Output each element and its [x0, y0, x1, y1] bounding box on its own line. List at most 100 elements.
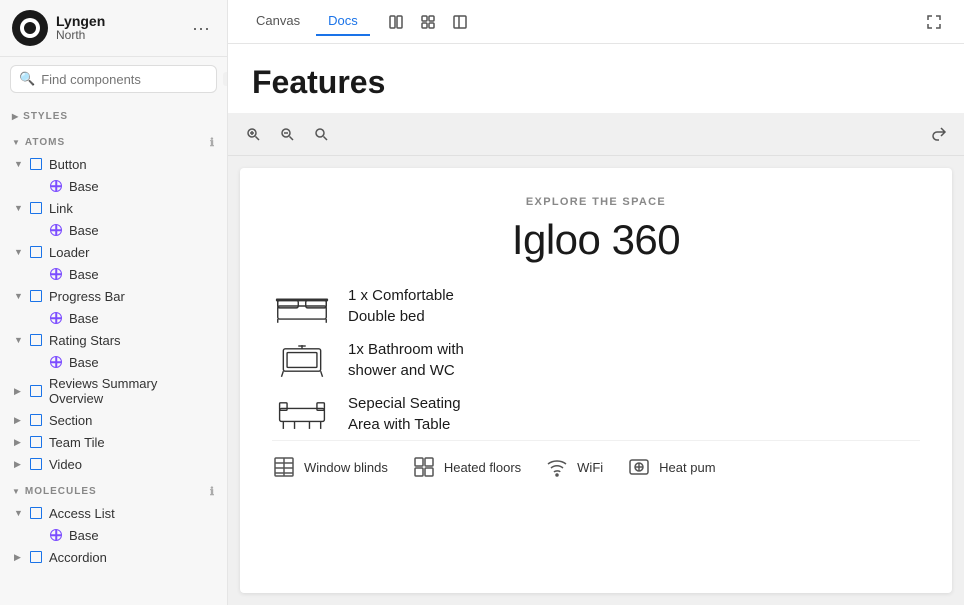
sidebar-item-section[interactable]: ▶ Section: [4, 409, 223, 431]
tab-icons: [382, 8, 474, 36]
sidebar-item-link[interactable]: ▼ Link: [4, 197, 223, 219]
feature-row-bed: 1 x Comfortable Double bed: [272, 284, 920, 328]
explore-label: EXPLORE THE SPACE: [272, 196, 920, 208]
window-blinds-label: Window blinds: [304, 460, 388, 475]
zoom-in-button[interactable]: [240, 121, 266, 147]
canvas-toolbar: [228, 113, 964, 156]
product-title: Igloo 360: [272, 216, 920, 264]
canvas-content: EXPLORE THE SPACE Igloo 360: [240, 168, 952, 593]
view-icon-3[interactable]: [446, 8, 474, 36]
accordion-frame-icon: [28, 549, 44, 565]
zoom-out-button[interactable]: [274, 121, 300, 147]
styles-section-label: ▶ STYLES: [0, 101, 227, 126]
access-list-label: Access List: [49, 506, 115, 521]
feature-text-bathroom: 1x Bathroom with shower and WC: [348, 339, 464, 381]
amenity-heated-floors: Heated floors: [412, 455, 521, 479]
loader-arrow: ▼: [14, 247, 28, 257]
share-button[interactable]: [926, 121, 952, 147]
amenities-row: Window blinds Heated floors: [272, 440, 920, 479]
button-frame-icon: [28, 156, 44, 172]
feature-bathroom-line1: 1x Bathroom with: [348, 341, 464, 358]
amenity-window-blinds: Window blinds: [272, 455, 388, 479]
sidebar-item-team-tile[interactable]: ▶ Team Tile: [4, 431, 223, 453]
molecules-section-label: ▼ MOLECULES ℹ: [0, 475, 227, 502]
sidebar-item-button[interactable]: ▼ Button: [4, 153, 223, 175]
sidebar-item-loader-base[interactable]: Base: [4, 263, 223, 285]
progress-bar-label: Progress Bar: [49, 289, 125, 304]
sidebar-item-video[interactable]: ▶ Video: [4, 453, 223, 475]
sidebar-item-progress-bar[interactable]: ▼ Progress Bar: [4, 285, 223, 307]
team-tile-frame-icon: [28, 434, 44, 450]
sidebar-item-rating-stars-base[interactable]: Base: [4, 351, 223, 373]
access-list-base-icon: [48, 527, 64, 543]
view-icon-2[interactable]: [414, 8, 442, 36]
atoms-label: ATOMS: [25, 137, 65, 148]
sidebar: Lyngen North ··· 🔍 / ▶ STYLES ▼ ATOMS ℹ …: [0, 0, 228, 605]
sidebar-item-reviews-summary[interactable]: ▶ Reviews Summary Overview: [4, 373, 223, 409]
heat-pump-icon: [627, 455, 651, 479]
styles-label: STYLES: [23, 111, 68, 122]
button-base-label: Base: [69, 179, 99, 194]
atoms-arrow[interactable]: ▼: [12, 138, 21, 147]
video-frame-icon: [28, 456, 44, 472]
progress-bar-base-label: Base: [69, 311, 99, 326]
logo-icon: [12, 10, 48, 46]
view-icon-1[interactable]: [382, 8, 410, 36]
sidebar-item-rating-stars[interactable]: ▼ Rating Stars: [4, 329, 223, 351]
sidebar-item-loader[interactable]: ▼ Loader: [4, 241, 223, 263]
sidebar-item-link-base[interactable]: Base: [4, 219, 223, 241]
accordion-label: Accordion: [49, 550, 107, 565]
styles-arrow[interactable]: ▶: [12, 112, 19, 121]
more-button[interactable]: ···: [187, 14, 215, 42]
tab-docs[interactable]: Docs: [316, 7, 370, 36]
loader-label: Loader: [49, 245, 89, 260]
feature-bathroom-line2: shower and WC: [348, 362, 455, 379]
top-bar: Canvas Docs: [228, 0, 964, 44]
search-icon: 🔍: [19, 71, 35, 87]
feature-seating-line2: Area with Table: [348, 416, 450, 433]
atoms-info-icon: ℹ: [210, 136, 215, 149]
rating-stars-base-label: Base: [69, 355, 99, 370]
progress-bar-base-icon: [48, 310, 64, 326]
search-input[interactable]: [41, 72, 217, 87]
team-tile-label: Team Tile: [49, 435, 105, 450]
link-base-icon: [48, 222, 64, 238]
feature-bed-line2: Double bed: [348, 308, 425, 325]
section-item-label: Section: [49, 413, 92, 428]
tab-group: Canvas Docs: [244, 7, 474, 36]
molecules-label: MOLECULES: [25, 486, 97, 497]
feature-row-seating: Sepecial Seating Area with Table: [272, 392, 920, 436]
atoms-section-label: ▼ ATOMS ℹ: [0, 126, 227, 153]
window-blinds-icon: [272, 455, 296, 479]
tab-canvas[interactable]: Canvas: [244, 7, 312, 36]
sidebar-item-button-base[interactable]: Base: [4, 175, 223, 197]
search-bar: 🔍 /: [10, 65, 217, 93]
rating-stars-arrow: ▼: [14, 335, 28, 345]
team-tile-arrow: ▶: [14, 437, 28, 448]
button-arrow: ▼: [14, 159, 28, 169]
sidebar-item-access-list-base[interactable]: Base: [4, 524, 223, 546]
button-label: Button: [49, 157, 87, 172]
loader-base-icon: [48, 266, 64, 282]
rating-stars-label: Rating Stars: [49, 333, 121, 348]
sidebar-item-progress-bar-base[interactable]: Base: [4, 307, 223, 329]
zoom-reset-button[interactable]: [308, 121, 334, 147]
link-label: Link: [49, 201, 73, 216]
section-frame-icon: [28, 412, 44, 428]
molecules-arrow[interactable]: ▼: [12, 487, 21, 496]
access-list-arrow: ▼: [14, 508, 28, 518]
sidebar-item-access-list[interactable]: ▼ Access List: [4, 502, 223, 524]
button-base-icon: [48, 178, 64, 194]
video-label: Video: [49, 457, 82, 472]
feature-bed-line1: 1 x Comfortable: [348, 287, 454, 304]
rating-stars-frame-icon: [28, 332, 44, 348]
bed-icon: [272, 284, 332, 328]
logo-text: Lyngen North: [56, 14, 105, 43]
fullscreen-button[interactable]: [920, 8, 948, 36]
accordion-arrow: ▶: [14, 552, 28, 563]
access-list-base-label: Base: [69, 528, 99, 543]
sidebar-item-accordion[interactable]: ▶ Accordion: [4, 546, 223, 568]
sidebar-header: Lyngen North ···: [0, 0, 227, 57]
heated-floors-label: Heated floors: [444, 460, 521, 475]
feature-text-seating: Sepecial Seating Area with Table: [348, 393, 461, 435]
